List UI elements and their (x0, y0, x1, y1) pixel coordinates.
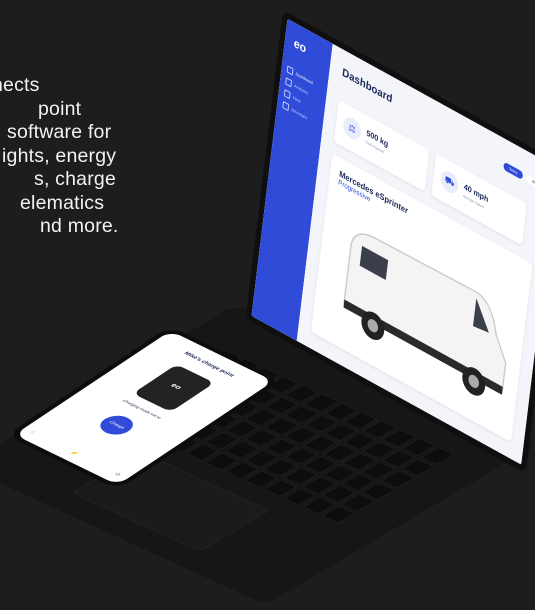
charge-button[interactable]: Charge (93, 412, 140, 439)
home-icon[interactable]: ⌂ (28, 430, 36, 435)
settings-icon[interactable]: ⚙ (112, 472, 122, 477)
toggle-week[interactable]: Week (525, 174, 535, 193)
charger-logo: eo (168, 382, 184, 391)
truck-icon: ⛟ (439, 167, 460, 197)
messages-icon (282, 100, 290, 112)
toggle-today[interactable]: Today (503, 161, 524, 181)
page-title: Dashboard (341, 66, 393, 106)
charger-icon[interactable]: ⚡ (68, 450, 80, 457)
eo-logo: eo (293, 35, 307, 57)
charger-image: eo (132, 364, 215, 412)
weight-icon: ⚖ (342, 113, 363, 144)
analytics-icon (285, 77, 293, 88)
dashboard-icon (286, 65, 294, 76)
device-mockup: eo Dashboard Analytics Fleet Messages Da… (0, 0, 535, 610)
fleet-icon (283, 89, 291, 100)
